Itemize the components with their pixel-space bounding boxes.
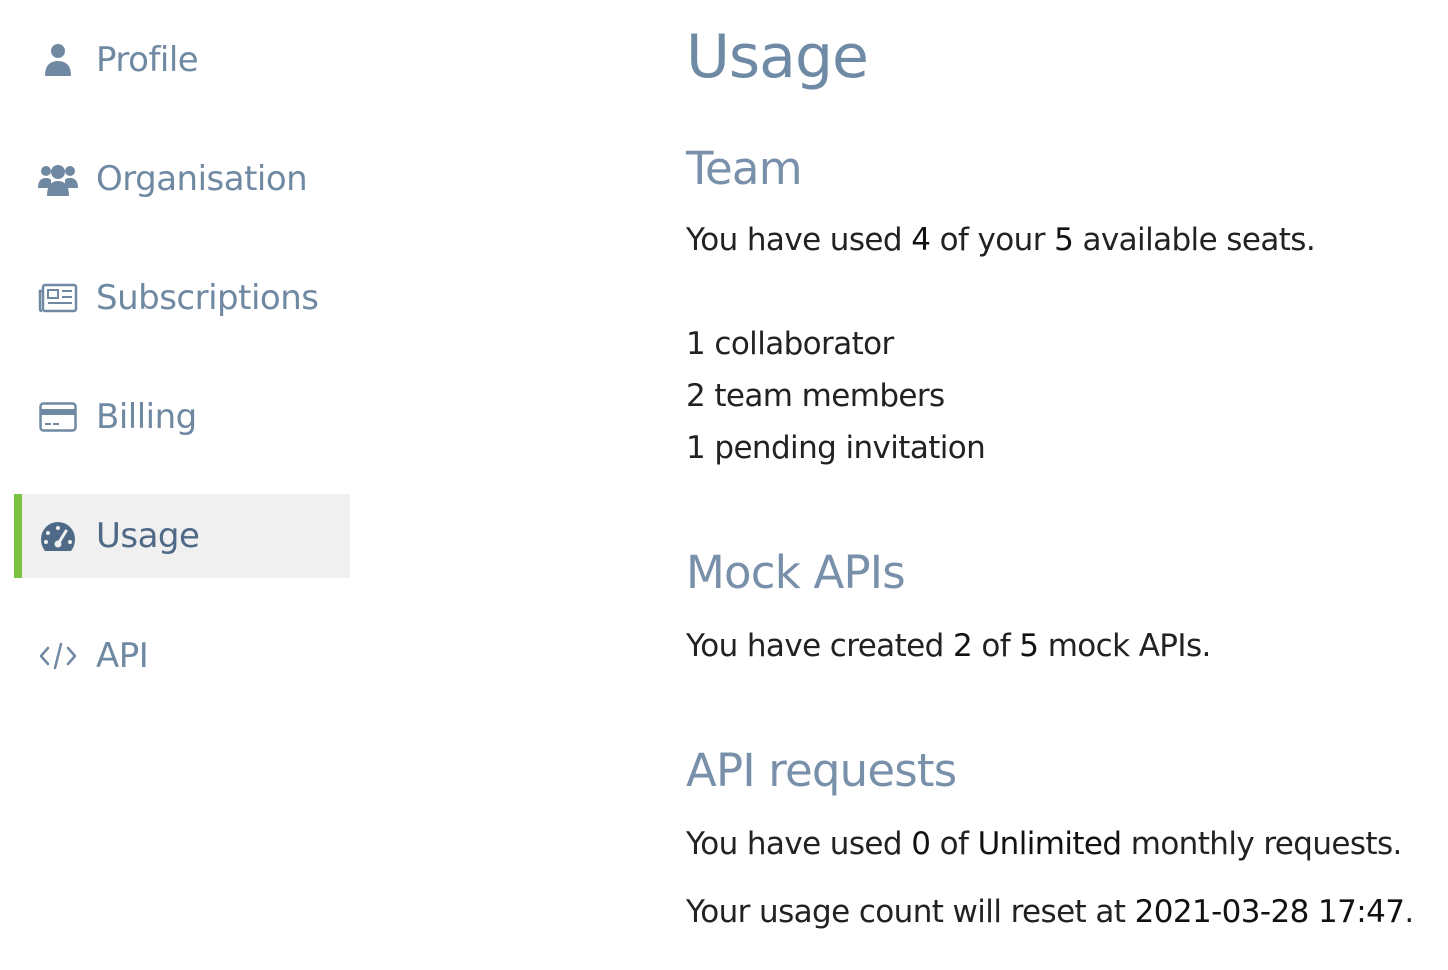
mock-apis-mid: of — [981, 628, 1011, 664]
settings-sidebar: Profile Organisation Subscriptions Billi… — [14, 0, 350, 970]
users-icon — [38, 159, 78, 199]
collaborator-count: 1 collaborator — [686, 326, 894, 362]
user-icon — [38, 40, 78, 80]
reset-suffix: . — [1404, 894, 1414, 930]
seats-usage-text: You have used 4 of your 5 available seat… — [686, 222, 1316, 258]
api-requests-suffix: monthly requests. — [1130, 826, 1403, 862]
sidebar-item-label: Subscriptions — [96, 278, 319, 318]
mock-apis-heading: Mock APIs — [686, 546, 906, 599]
team-member-count: 2 team members — [686, 378, 945, 414]
sidebar-item-billing[interactable]: Billing — [14, 375, 350, 459]
sidebar-item-label: Billing — [96, 397, 197, 437]
newspaper-icon — [38, 278, 78, 318]
usage-content: Usage Team You have used 4 of your 5 ava… — [686, 0, 1426, 970]
seats-used-count: 4 — [911, 222, 931, 258]
api-requests-limit: Unlimited — [977, 826, 1122, 862]
api-requests-heading: API requests — [686, 744, 957, 797]
reset-timestamp: 2021-03-28 17:47 — [1134, 894, 1405, 930]
usage-reset-text: Your usage count will reset at 2021-03-2… — [686, 894, 1414, 930]
mock-apis-created-count: 2 — [952, 628, 973, 664]
reset-prefix: Your usage count will reset at — [686, 894, 1126, 930]
sidebar-item-label: API — [96, 636, 149, 676]
seats-prefix: You have used — [686, 222, 903, 258]
api-requests-prefix: You have used — [686, 826, 903, 862]
api-requests-usage-text: You have used 0 of Unlimited monthly req… — [686, 826, 1402, 862]
sidebar-item-usage[interactable]: Usage — [14, 494, 350, 578]
mock-apis-suffix: mock APIs. — [1047, 628, 1212, 664]
sidebar-item-subscriptions[interactable]: Subscriptions — [14, 256, 350, 340]
mock-apis-total-count: 5 — [1019, 628, 1039, 664]
api-requests-used-count: 0 — [911, 826, 931, 862]
credit-card-icon — [38, 397, 78, 437]
pending-invitation-count: 1 pending invitation — [686, 430, 986, 466]
sidebar-item-label: Usage — [96, 516, 200, 556]
sidebar-item-label: Profile — [96, 40, 199, 80]
settings-page: Profile Organisation Subscriptions Billi… — [0, 0, 1448, 970]
seats-suffix: available seats. — [1082, 222, 1316, 258]
mock-apis-prefix: You have created — [686, 628, 944, 664]
page-title: Usage — [686, 22, 869, 92]
team-heading: Team — [686, 142, 803, 195]
sidebar-item-organisation[interactable]: Organisation — [14, 137, 350, 221]
sidebar-item-label: Organisation — [96, 159, 308, 199]
sidebar-item-api[interactable]: API — [14, 614, 350, 698]
gauge-icon — [38, 516, 78, 556]
seats-total-count: 5 — [1054, 222, 1074, 258]
code-icon — [38, 636, 78, 676]
seats-mid: of your — [939, 222, 1046, 258]
api-requests-mid: of — [939, 826, 969, 862]
sidebar-item-profile[interactable]: Profile — [14, 18, 350, 102]
mock-apis-usage-text: You have created 2 of 5 mock APIs. — [686, 628, 1211, 664]
